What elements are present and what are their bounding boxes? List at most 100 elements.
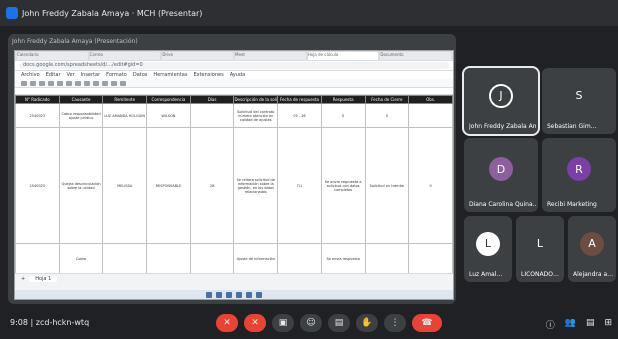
menu-item[interactable]: Editar xyxy=(46,72,61,78)
column-header[interactable]: Fecha de respuesta xyxy=(277,95,322,104)
cell[interactable] xyxy=(408,243,453,273)
mail-icon[interactable] xyxy=(246,291,252,298)
cell[interactable]: Se envía respuesta xyxy=(320,243,366,273)
menu-item[interactable]: Formato xyxy=(106,72,127,78)
participant-tile[interactable]: L LICONADO… xyxy=(516,216,564,282)
browser-tab[interactable]: Documento xyxy=(380,52,452,60)
italic-icon[interactable] xyxy=(66,80,72,86)
menu-item[interactable]: Ayuda xyxy=(230,72,245,78)
info-icon[interactable]: ⓘ xyxy=(546,318,555,331)
more-options-button[interactable]: ⋮ xyxy=(384,314,406,332)
text-color-icon[interactable] xyxy=(75,80,81,86)
cell[interactable]: LUZ AMANDA HOLGUIN xyxy=(102,103,148,128)
column-header[interactable]: Descripción de la solicitud xyxy=(233,95,279,104)
column-header[interactable]: Obs. xyxy=(408,95,453,104)
column-header[interactable]: Fecha de Cierre xyxy=(364,95,410,104)
column-header[interactable]: N° Radicado xyxy=(15,95,60,104)
cell[interactable] xyxy=(15,243,60,273)
cell[interactable] xyxy=(408,103,453,128)
cell[interactable] xyxy=(102,243,148,273)
align-icon[interactable] xyxy=(102,80,108,86)
fill-color-icon[interactable] xyxy=(84,80,90,86)
browser-tab-active[interactable]: Hoja de cálculo xyxy=(307,52,379,60)
cell[interactable]: MELISSA xyxy=(102,127,148,244)
cell[interactable]: 05 - 26 xyxy=(277,103,322,128)
column-header[interactable]: Correspondencia xyxy=(146,95,191,104)
cell[interactable]: 7/1 xyxy=(277,127,322,244)
print-icon[interactable] xyxy=(39,80,45,86)
menu-item[interactable]: Ver xyxy=(67,72,75,78)
column-header[interactable]: Causante xyxy=(58,95,104,104)
menu-item[interactable]: Extensiones xyxy=(193,72,223,78)
start-icon[interactable] xyxy=(206,291,212,298)
raise-hand-button[interactable]: ✋ xyxy=(356,314,378,332)
cell[interactable]: 2540025 xyxy=(15,127,60,244)
cell[interactable] xyxy=(189,103,235,128)
menu-item[interactable]: Insertar xyxy=(81,72,100,78)
search-icon[interactable] xyxy=(216,291,222,298)
zoom-icon[interactable] xyxy=(48,80,54,86)
browser-tab[interactable]: Correo xyxy=(89,52,161,60)
undo-icon[interactable] xyxy=(21,80,27,86)
table-row: 2540023 Cobro responsabilidad ajuste jurí… xyxy=(15,103,453,128)
avatar: S xyxy=(575,89,583,103)
browser-icon[interactable] xyxy=(236,291,242,298)
menu-item[interactable]: Herramientas xyxy=(153,72,187,78)
formula-bar[interactable] xyxy=(15,88,453,95)
reactions-button[interactable]: ☺ xyxy=(300,314,322,332)
menu-item[interactable]: Archivo xyxy=(21,72,40,78)
cell[interactable]: Ajuste de información xyxy=(233,243,279,273)
redo-icon[interactable] xyxy=(30,80,36,86)
participant-tile[interactable]: L Luz Amal… xyxy=(464,216,512,282)
cell[interactable]: Se envía respuesta a solicitud con datos… xyxy=(320,127,366,244)
url-field[interactable]: docs.google.com/spreadsheets/d/…/edit#gi… xyxy=(19,62,449,69)
participant-tile[interactable]: R Recibi Marketing xyxy=(542,138,616,212)
browser-tab[interactable]: Drive xyxy=(162,52,234,60)
activities-icon[interactable]: ⊞ xyxy=(604,318,612,331)
cell[interactable]: Cobro xyxy=(58,243,104,273)
link-icon[interactable] xyxy=(120,80,126,86)
excel-icon[interactable] xyxy=(256,291,262,298)
cell[interactable]: 0 xyxy=(408,127,453,244)
leave-call-button[interactable]: ☎ xyxy=(412,314,442,332)
participant-tile[interactable]: D Diana Carolina Quina… xyxy=(464,138,538,212)
cell[interactable]: Quejas desvinculación sobre la unidad xyxy=(58,127,104,244)
cell[interactable]: 0 xyxy=(320,103,366,128)
column-header[interactable]: Respuesta xyxy=(320,95,366,104)
camera-off-button[interactable]: ✕ xyxy=(244,314,266,332)
cell[interactable]: WILSON xyxy=(146,103,191,128)
chat-icon[interactable]: ▤ xyxy=(586,318,595,331)
cell[interactable] xyxy=(189,243,235,273)
borders-icon[interactable] xyxy=(93,80,99,86)
participant-tile[interactable]: J John Freddy Zabala Ama… xyxy=(462,66,540,136)
people-icon[interactable]: 👥 xyxy=(565,318,576,331)
menu-item[interactable]: Datos xyxy=(133,72,148,78)
cell[interactable]: 0 xyxy=(364,103,410,128)
cell[interactable]: Solicitud del contrato número atención e… xyxy=(233,103,279,128)
cell[interactable]: 2540023 xyxy=(15,103,60,128)
emoji-icon: ☺ xyxy=(306,318,316,328)
cell[interactable] xyxy=(277,243,322,273)
wrap-icon[interactable] xyxy=(111,80,117,86)
browser-tab[interactable]: Calendario xyxy=(17,52,88,60)
bold-icon[interactable] xyxy=(57,80,63,86)
explorer-icon[interactable] xyxy=(226,291,232,298)
add-sheet-icon[interactable]: + xyxy=(21,276,25,282)
participant-tile[interactable]: A Alejandra a… xyxy=(568,216,616,282)
cell[interactable]: RESPONSABLE xyxy=(146,127,191,244)
captions-button[interactable]: ▣ xyxy=(272,314,294,332)
column-header[interactable]: Días xyxy=(189,95,235,104)
cell[interactable]: Solicitud en trámite xyxy=(364,127,410,244)
present-button[interactable]: ▤ xyxy=(328,314,350,332)
meet-app-icon xyxy=(6,7,18,19)
sheet-tab[interactable]: Hoja 1 xyxy=(29,275,58,282)
cell[interactable] xyxy=(146,243,191,273)
browser-tab[interactable]: Meet xyxy=(235,52,306,60)
participant-tile[interactable]: S Sebastian Gim… xyxy=(542,68,616,134)
column-header[interactable]: Remitente xyxy=(102,95,148,104)
cell[interactable]: Cobro responsabilidad ajuste jurídico xyxy=(58,103,104,128)
cell[interactable] xyxy=(364,243,410,273)
cell[interactable]: Se reitera solicitud de información sobr… xyxy=(233,127,279,244)
cell[interactable]: 28 xyxy=(189,127,235,244)
mic-off-button[interactable]: ✕ xyxy=(216,314,238,332)
